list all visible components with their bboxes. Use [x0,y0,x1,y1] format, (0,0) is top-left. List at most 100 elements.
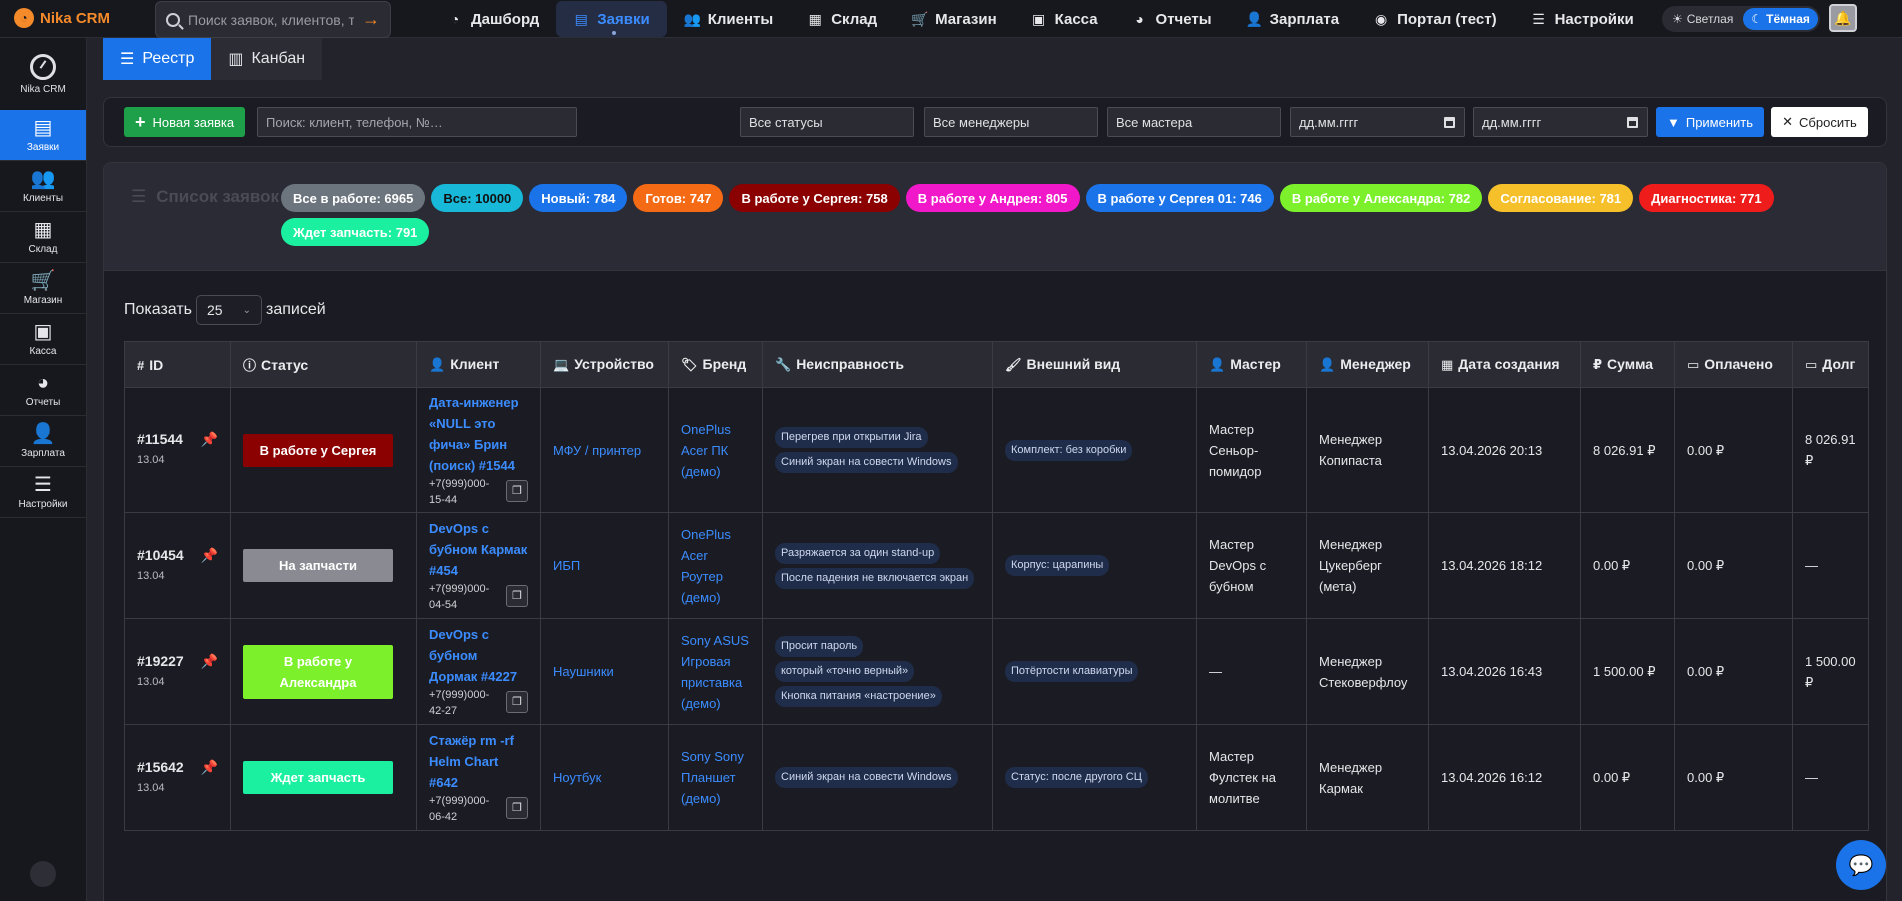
client-link[interactable]: DevOps с бубном Дормак #4227 [429,624,528,687]
arrow-right-icon[interactable]: → [362,9,380,30]
nav-clients[interactable]: 👥 Клиенты [667,1,790,37]
master-select[interactable]: Все мастера [1107,107,1281,137]
date-to-input[interactable]: дд.мм.гггг [1473,107,1648,137]
request-id[interactable]: #10454 [137,545,184,566]
date-from-input[interactable]: дд.мм.гггг [1290,107,1465,137]
status-badge[interactable]: Готов: 747 [633,184,724,212]
status-badge[interactable]: Все: 10000 [431,184,524,212]
status-badge[interactable]: Новый: 784 [529,184,628,212]
theme-light-button[interactable]: ☀ Светлая [1664,8,1741,30]
tab-registry[interactable]: ☰ Реестр [103,38,212,80]
status-badge[interactable]: В работе у Сергея 01: 746 [1085,184,1274,212]
pin-icon[interactable]: 📌 [201,651,218,672]
device-link[interactable]: Наушники [553,664,614,679]
column-brand[interactable]: 🏷 Бренд [668,341,763,388]
status-badge[interactable]: В работе у Александра: 782 [1279,184,1483,212]
sidebar-item-settings[interactable]: ☰ Настройки [0,467,86,518]
request-id[interactable]: #15642 [137,757,184,778]
tab-kanban[interactable]: ▥ Канбан [211,38,323,80]
manager-select[interactable]: Все менеджеры [924,107,1098,137]
table-row[interactable]: #19227 📌 13.04 В работе у Александра DevOps … [124,618,1869,725]
request-id[interactable]: #19227 [137,651,184,672]
status-badge[interactable]: Диагностика: 771 [1639,184,1774,212]
column-status[interactable]: ⓘ Статус [230,341,417,388]
apply-button[interactable]: ▼ Применить [1656,107,1764,137]
column-client[interactable]: 👤 Клиент [416,341,541,388]
copy-icon[interactable]: ❐ [506,480,528,502]
brand-link[interactable]: Sony Sony Планшет (демо) [681,749,744,806]
cell-id[interactable]: #10454 📌 13.04 [124,512,231,619]
device-link[interactable]: ИБП [553,558,580,573]
column-debt[interactable]: ▭ Долг [1792,341,1869,388]
status-badge[interactable]: Все в работе: 6965 [281,184,426,212]
sidebar-item-clients[interactable]: 👥 Клиенты [0,161,86,212]
user-avatar[interactable] [30,861,56,887]
status-badge[interactable]: В работе у Александра [243,644,393,699]
app-logo[interactable]: ◔ Nika CRM [14,8,110,28]
nav-dashboard[interactable]: ◔ Дашборд [430,1,556,37]
status-badge[interactable]: Ждет запчасть: 791 [281,218,430,246]
table-row[interactable]: #15642 📌 13.04 Ждет запчасть Стажёр rm -rf H… [124,724,1869,831]
device-link[interactable]: МФУ / принтер [553,443,641,458]
nav-shop[interactable]: 🛒 Магазин [894,1,1014,37]
table-row[interactable]: #10454 📌 13.04 На запчасти DevOps с бубном К… [124,512,1869,619]
request-id[interactable]: #11544 [137,429,183,450]
calendar-icon[interactable] [1444,116,1455,128]
column-created[interactable]: ▦ Дата создания [1428,341,1581,388]
column-id[interactable]: # ID [124,341,231,388]
nav-salary[interactable]: 👤 Зарплата [1229,1,1357,37]
reset-button[interactable]: ✕ Сбросить [1771,107,1868,137]
pin-icon[interactable]: 📌 [201,429,218,450]
nav-cash[interactable]: ▣ Касса [1014,1,1115,37]
column-device[interactable]: 💻 Устройство [540,341,669,388]
chat-button[interactable]: 💬 [1836,840,1886,890]
pin-icon[interactable]: 📌 [201,757,218,778]
copy-icon[interactable]: ❐ [506,585,528,607]
brand-link[interactable]: OnePlus Acer ПК (демо) [681,422,731,479]
column-master[interactable]: 👤 Мастер [1196,341,1307,388]
table-row[interactable]: #11544 📌 13.04 В работе у Сергея Дата-инжене… [124,387,1869,513]
nav-settings[interactable]: ☰ Настройки [1514,1,1651,37]
nav-reports[interactable]: ◕ Отчеты [1115,1,1229,37]
brand-link[interactable]: OnePlus Acer Роутер (демо) [681,527,731,605]
new-request-button[interactable]: + Новая заявка [124,107,246,137]
column-issue[interactable]: 🔧 Неисправность [762,341,993,388]
status-badge[interactable]: Ждет запчасть [243,761,393,794]
cell-id[interactable]: #19227 📌 13.04 [124,618,231,725]
status-badge[interactable]: На запчасти [243,549,393,582]
pin-icon[interactable]: 📌 [201,545,218,566]
search-input[interactable]: Поиск: клиент, телефон, №… [257,107,577,137]
client-link[interactable]: DevOps с бубном Кармак #454 [429,518,528,581]
theme-dark-button[interactable]: ☾ Тёмная [1743,8,1818,30]
copy-icon[interactable]: ❐ [506,797,528,819]
column-sum[interactable]: ₽ Сумма [1580,341,1675,388]
status-badge[interactable]: В работе у Сергея [243,433,393,467]
device-link[interactable]: Ноутбук [553,770,601,785]
status-badge[interactable]: В работе у Андрея: 805 [905,184,1080,212]
column-manager[interactable]: 👤 Менеджер [1306,341,1429,388]
column-paid[interactable]: ▭ Оплачено [1674,341,1793,388]
nav-requests[interactable]: ▤ Заявки [556,1,667,37]
cell-id[interactable]: #15642 📌 13.04 [124,724,231,831]
sidebar-item-warehouse[interactable]: ▦ Склад [0,212,86,263]
nav-portal[interactable]: ◉ Портал (тест) [1356,1,1513,37]
nav-warehouse[interactable]: ▦ Склад [790,1,894,37]
client-link[interactable]: Дата-инженер «NULL это фича» Брин (поиск… [429,392,528,476]
notifications-button[interactable]: 🔔 [1829,4,1857,32]
status-select[interactable]: Все статусы [740,107,914,137]
column-appearance[interactable]: 🖌 Внешний вид [992,341,1197,388]
sidebar-item-requests[interactable]: ▤ Заявки [0,110,86,161]
status-badge[interactable]: Согласование: 781 [1488,184,1634,212]
copy-icon[interactable]: ❐ [506,691,528,713]
sidebar-item-cash[interactable]: ▣ Касса [0,314,86,365]
sidebar-item-reports[interactable]: ◕ Отчеты [0,365,86,416]
brand-link[interactable]: Sony ASUS Игровая приставка (демо) [681,633,749,711]
sidebar-item-shop[interactable]: 🛒 Магазин [0,263,86,314]
sidebar-logo[interactable]: Nika CRM [0,38,86,110]
calendar-icon[interactable] [1627,116,1638,128]
page-size-select[interactable]: 25 ⌄ [196,295,263,325]
client-link[interactable]: Стажёр rm -rf Helm Chart #642 [429,730,528,793]
status-badge[interactable]: В работе у Сергея: 758 [729,184,900,212]
sidebar-item-salary[interactable]: 👤 Зарплата [0,416,86,467]
cell-id[interactable]: #11544 📌 13.04 [124,387,231,513]
